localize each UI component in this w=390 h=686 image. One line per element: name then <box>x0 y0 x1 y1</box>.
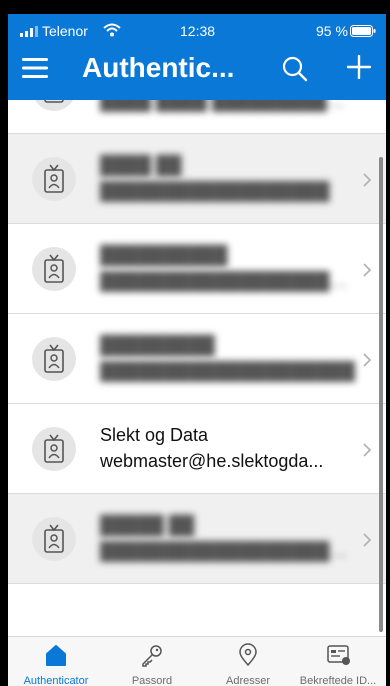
account-email: webmaster@he.slektogda... <box>100 451 324 471</box>
account-name: ██████████ <box>100 245 228 265</box>
header: Telenor 12:38 95 % Authentic... <box>8 14 386 100</box>
carrier-label: Telenor <box>42 23 88 39</box>
chevron-right-icon <box>363 443 372 457</box>
tab-adresser[interactable]: Adresser <box>200 637 296 686</box>
account-name: ████ ██ <box>100 155 182 175</box>
id-badge-icon <box>44 434 64 463</box>
account-avatar <box>32 157 76 201</box>
account-row[interactable]: █████ ██ ████████████████████... <box>8 494 386 584</box>
id-badge-icon <box>44 100 64 103</box>
id-card-icon <box>327 645 350 665</box>
tab-label: Passord <box>131 675 173 686</box>
key-icon <box>142 645 162 667</box>
chevron-right-icon <box>363 533 372 547</box>
tab-bekreftede-id[interactable]: Bekreftede ID... <box>290 637 386 686</box>
scrollbar[interactable] <box>379 157 383 632</box>
location-pin-icon <box>239 643 257 667</box>
account-row[interactable]: █████████ ████████████████████ <box>8 314 386 404</box>
account-email: ██████████████████ <box>100 181 330 201</box>
account-email: ████████████████████... <box>100 541 356 561</box>
search-icon[interactable] <box>282 56 308 82</box>
account-avatar <box>32 427 76 471</box>
tab-passord[interactable]: Passord <box>104 637 200 686</box>
account-avatar <box>32 100 76 111</box>
tab-label: Authenticator <box>23 675 89 686</box>
account-row[interactable]: ████ ██ ██████████████████ <box>8 134 386 224</box>
account-row-slekt-og-data[interactable]: Slekt og Data webmaster@he.slektogda... <box>8 404 386 494</box>
account-name: █████████ <box>100 335 215 355</box>
id-badge-icon <box>44 524 64 553</box>
battery-percent: 95 % <box>316 23 348 39</box>
account-avatar <box>32 517 76 561</box>
id-badge-icon <box>44 344 64 373</box>
id-badge-icon <box>44 254 64 283</box>
account-name: █████ ██ <box>100 515 195 535</box>
id-badge-icon <box>44 164 64 193</box>
add-icon[interactable] <box>347 55 371 79</box>
chevron-right-icon <box>363 263 372 277</box>
signal-icon <box>20 26 38 37</box>
status-bar: Telenor 12:38 95 % <box>8 14 386 44</box>
home-icon <box>46 645 66 666</box>
tab-bar: Authenticator Passord Adresser Bekrefted… <box>8 636 386 686</box>
clock: 12:38 <box>180 23 216 39</box>
account-name: Slekt og Data <box>100 425 209 445</box>
account-email: ████████████████████ <box>100 361 356 381</box>
account-email: ████ ████ ███████████████ <box>100 100 356 111</box>
tab-authenticator[interactable]: Authenticator <box>8 637 104 686</box>
wifi-icon <box>103 23 121 37</box>
phone-screen: Telenor 12:38 95 % Authentic... ████ ███… <box>8 14 386 686</box>
account-row[interactable]: ████ ████ ███████████████ <box>8 100 386 134</box>
page-title: Authentic... <box>82 52 235 83</box>
hamburger-menu-icon[interactable] <box>22 57 48 79</box>
account-list: ████ ████ ███████████ ████ ██ ██ ██ ██████… <box>8 100 386 636</box>
chevron-right-icon <box>363 353 372 367</box>
tab-label: Bekreftede ID... <box>299 675 377 686</box>
account-email: █████████████████████ <box>100 271 356 291</box>
account-avatar <box>32 247 76 291</box>
account-row[interactable] <box>8 584 386 636</box>
battery-icon <box>350 25 376 37</box>
account-row[interactable]: ██████████ █████████████████████ <box>8 224 386 314</box>
account-avatar <box>32 337 76 381</box>
chevron-right-icon <box>363 173 372 187</box>
tab-label: Adresser <box>225 675 271 686</box>
